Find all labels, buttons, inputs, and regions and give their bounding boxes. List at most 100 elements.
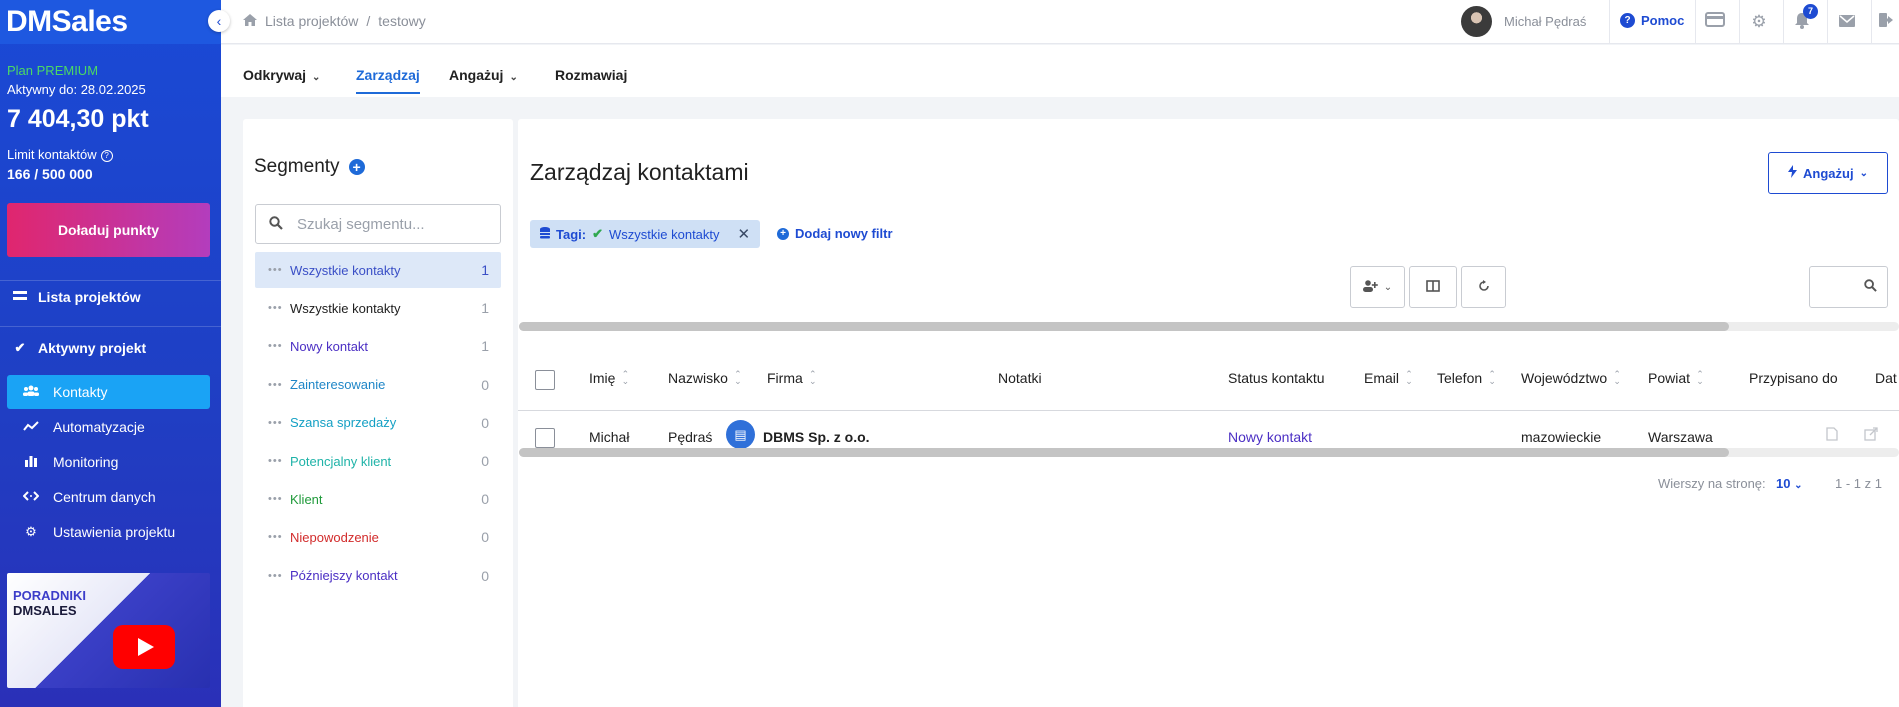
logout-icon[interactable] [1877, 12, 1897, 32]
column-label: Dat [1875, 370, 1897, 386]
document-icon[interactable] [1826, 427, 1838, 445]
segment-item[interactable]: ••• Niepowodzenie 0 [255, 519, 501, 555]
column-header-email[interactable]: Email ⌃ ⌄ [1364, 369, 1413, 387]
segment-item[interactable]: ••• Klient 0 [255, 481, 501, 517]
breadcrumb-projects-link[interactable]: Lista projektów [265, 13, 358, 29]
help-button[interactable]: ? Pomoc [1620, 13, 1684, 28]
segment-item[interactable]: ••• Zainteresowanie 0 [255, 367, 501, 403]
add-contact-button[interactable]: ⌄ [1350, 266, 1405, 308]
more-icon[interactable]: ••• [268, 455, 290, 467]
sidebar-item-monitoring[interactable]: Monitoring [7, 445, 210, 479]
segment-item[interactable]: ••• Nowy kontakt 1 [255, 328, 501, 364]
select-all-checkbox[interactable] [535, 370, 555, 390]
sidebar-item-project-settings[interactable]: ⚙ Ustawienia projektu [7, 515, 210, 549]
segment-label: Wszystkie kontakty [290, 262, 401, 278]
sort-icon: ⌃ ⌄ [1405, 369, 1413, 386]
tab-engage[interactable]: Angażuj ⌄ [449, 67, 518, 83]
engage-button[interactable]: Angażuj ⌄ [1768, 152, 1888, 194]
column-header-last-name[interactable]: Nazwisko ⌃ ⌄ [668, 370, 742, 387]
segment-item[interactable]: ••• Potencjalny klient 0 [255, 443, 501, 479]
tab-chat[interactable]: Rozmawiaj [555, 67, 627, 83]
segment-count: 0 [481, 567, 489, 584]
collapse-sidebar-button[interactable]: ‹ [208, 10, 230, 32]
segments-title-text: Segmenty [254, 156, 340, 177]
row-checkbox[interactable] [535, 428, 555, 448]
user-plus-icon [1362, 279, 1378, 295]
home-icon[interactable] [243, 13, 257, 29]
contacts-icon [23, 385, 39, 400]
user-menu[interactable]: Michał Pędraś [1461, 6, 1586, 37]
monitoring-icon [23, 455, 39, 470]
segment-label: Szansa sprzedaży [290, 415, 397, 431]
add-segment-icon[interactable]: + [348, 159, 365, 175]
active-project-header[interactable]: ✔ Aktywny projekt [12, 340, 147, 356]
youtube-play-icon[interactable] [113, 625, 175, 669]
credit-card-icon[interactable] [1705, 12, 1725, 32]
more-icon[interactable]: ••• [268, 417, 290, 429]
more-icon[interactable]: ••• [268, 302, 290, 314]
external-link-icon[interactable] [1864, 427, 1878, 445]
segment-item[interactable]: ••• Szansa sprzedaży 0 [255, 405, 501, 441]
sidebar-item-data-center[interactable]: Centrum danych [7, 480, 210, 514]
segment-item[interactable]: ••• Wszystkie kontakty 1 [255, 290, 501, 326]
cell-company[interactable]: DBMS Sp. z o.o. [763, 429, 870, 445]
column-header-company[interactable]: Firma ⌃ ⌄ [767, 369, 817, 387]
add-filter-button[interactable]: + Dodaj nowy filtr [777, 226, 893, 241]
sidebar-item-label: Automatyzacje [53, 419, 145, 435]
scrollbar-thumb[interactable] [519, 322, 1729, 331]
mail-icon[interactable] [1837, 12, 1857, 32]
more-icon[interactable]: ••• [268, 570, 290, 582]
rows-per-page-select[interactable]: 10 ⌄ [1776, 476, 1802, 491]
sort-icon: ⌃ ⌄ [809, 369, 817, 386]
column-header-county[interactable]: Powiat ⌃ ⌄ [1648, 370, 1704, 387]
divider [1739, 0, 1740, 44]
projects-list-label: Lista projektów [38, 289, 141, 305]
sidebar-item-automations[interactable]: Automatyzacje [7, 410, 210, 444]
sidebar-item-contacts[interactable]: Kontakty [7, 375, 210, 409]
settings-gear-icon[interactable]: ⚙ [1749, 12, 1769, 32]
sidebar: DMSales ‹ Plan PREMIUM Aktywny do: 28.02… [0, 0, 230, 707]
chevron-left-icon: ‹ [216, 13, 222, 29]
active-filter-chip[interactable]: Tagi: ✔ Wszystkie kontakty ✕ [530, 220, 761, 248]
active-project-label: Aktywny projekt [38, 340, 147, 356]
table-row[interactable]: Michał Pędraś ▤ DBMS Sp. z o.o. Nowy kon… [518, 411, 1899, 468]
segment-count: 0 [481, 491, 489, 508]
table-search[interactable] [1809, 266, 1888, 308]
column-header-voivodeship[interactable]: Województwo ⌃ ⌄ [1521, 370, 1621, 387]
logo[interactable]: DMSales [6, 5, 128, 39]
gear-icon: ⚙ [25, 524, 37, 539]
filter-value: Wszystkie kontakty [609, 226, 720, 242]
tutorials-banner[interactable]: PORADNIKI DMSALES [7, 573, 210, 688]
column-header-first-name[interactable]: Imię ⌃ ⌄ [589, 370, 629, 387]
tab-discover[interactable]: Odkrywaj ⌄ [243, 67, 320, 83]
scrollbar-thumb[interactable] [519, 448, 1729, 457]
topup-points-button[interactable]: Doładuj punkty [7, 203, 210, 257]
horizontal-scrollbar-bottom[interactable] [519, 448, 1899, 457]
projects-list-link[interactable]: Lista projektów [12, 289, 141, 305]
cell-status[interactable]: Nowy kontakt [1228, 429, 1312, 445]
more-icon[interactable]: ••• [268, 493, 290, 505]
column-label: Imię [589, 370, 616, 386]
tab-manage[interactable]: Zarządzaj [356, 67, 420, 94]
segment-item[interactable]: ••• Wszystkie kontakty 1 [255, 252, 501, 288]
column-label: Województwo [1521, 370, 1608, 386]
refresh-button[interactable] [1461, 266, 1506, 308]
horizontal-scrollbar[interactable] [519, 322, 1899, 331]
more-icon[interactable]: ••• [268, 379, 290, 391]
close-icon[interactable]: ✕ [738, 225, 751, 243]
column-header-phone[interactable]: Telefon ⌃ ⌄ [1437, 370, 1496, 387]
segment-count: 0 [481, 529, 489, 546]
help-icon[interactable]: ? [100, 149, 113, 162]
more-icon[interactable]: ••• [268, 340, 290, 352]
segment-search[interactable] [255, 204, 501, 244]
check-icon: ✔ [592, 226, 603, 241]
segment-item[interactable]: ••• Późniejszy kontakt 0 [255, 558, 501, 594]
segments-title: Segmenty + [254, 156, 365, 178]
segment-search-input[interactable] [297, 215, 477, 233]
column-label: Status kontaktu [1228, 370, 1325, 386]
columns-button[interactable] [1409, 266, 1457, 308]
more-icon[interactable]: ••• [268, 531, 290, 543]
more-icon[interactable]: ••• [268, 264, 290, 276]
segment-label: Zainteresowanie [290, 377, 386, 393]
data-center-icon [22, 490, 40, 505]
